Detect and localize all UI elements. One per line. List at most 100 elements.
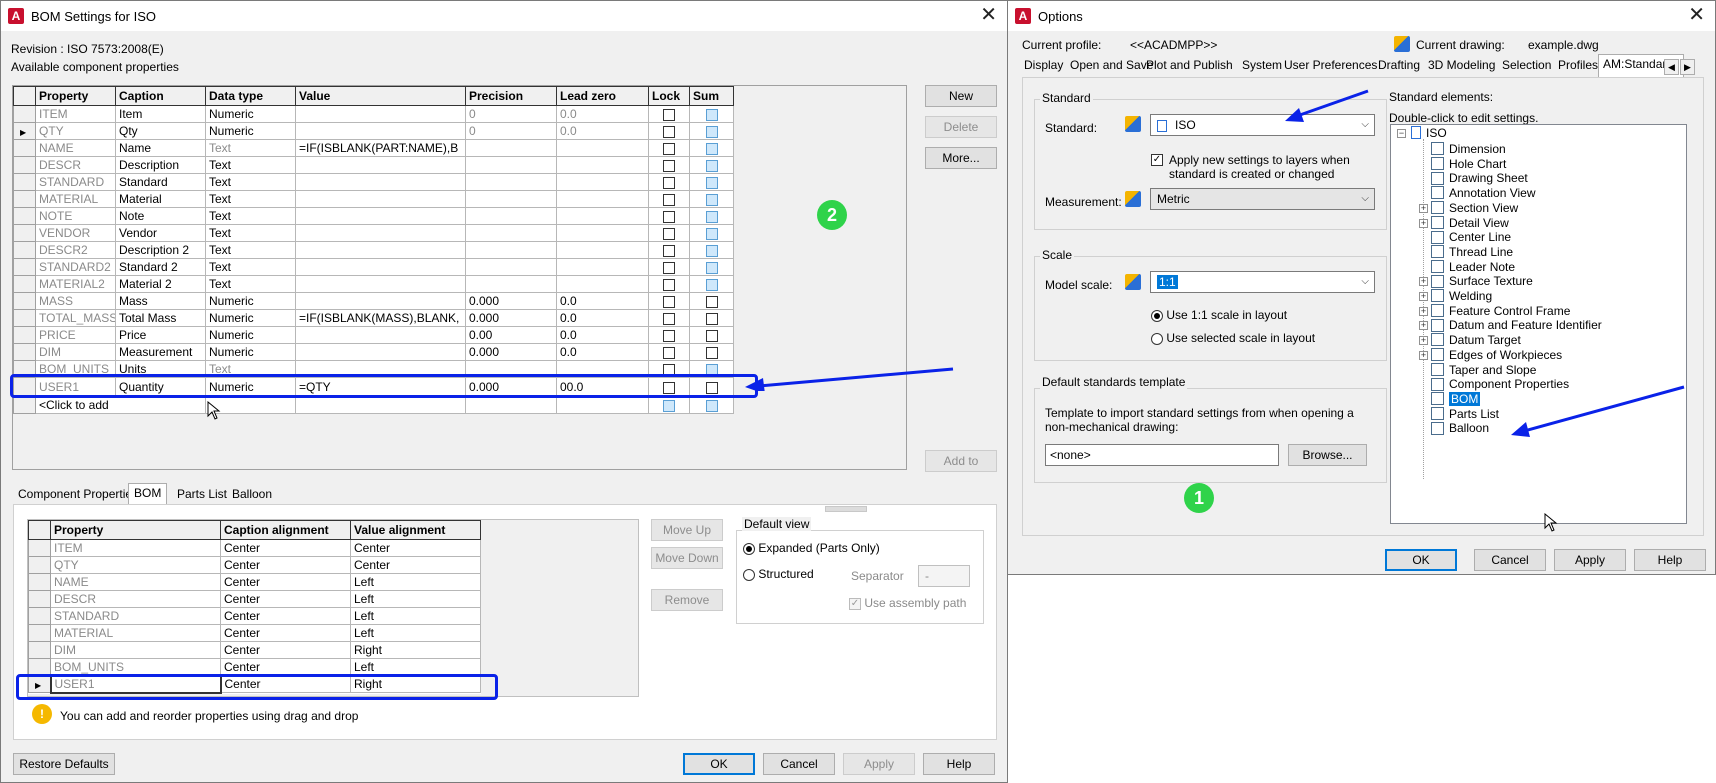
column-header[interactable]: Data type [205, 86, 296, 106]
caption-alignment-cell[interactable]: Center [220, 658, 351, 676]
sum-cell[interactable] [689, 396, 734, 414]
row-header[interactable] [13, 258, 36, 276]
value-cell[interactable] [295, 326, 466, 344]
tree-item-parts-list[interactable]: Parts List [1431, 407, 1499, 422]
property-cell[interactable]: ITEM [35, 105, 116, 123]
value-cell[interactable] [295, 207, 466, 225]
sum-checkbox[interactable] [705, 261, 718, 274]
lock-cell[interactable] [648, 258, 690, 276]
lock-checkbox[interactable] [663, 278, 675, 291]
property-cell[interactable]: MATERIAL2 [35, 275, 116, 293]
lock-checkbox[interactable] [663, 108, 675, 121]
close-icon[interactable]: ✕ [1688, 5, 1705, 25]
property-cell[interactable]: DESCR [35, 156, 116, 174]
tree-item-edges-of-workpieces[interactable]: Edges of Workpieces [1431, 348, 1562, 363]
caption-cell[interactable]: Standard 2 [115, 258, 206, 276]
more-button[interactable]: More... [925, 147, 997, 169]
property-cell[interactable]: TOTAL_MASS [35, 309, 116, 327]
restore-defaults-button[interactable]: Restore Defaults [13, 753, 115, 775]
apply-button[interactable]: Apply [1554, 549, 1626, 571]
precision-cell[interactable] [465, 224, 557, 242]
move-up-button[interactable]: Move Up [651, 519, 723, 541]
value-alignment-cell[interactable]: Left [350, 658, 481, 676]
caption-alignment-cell[interactable]: Center [220, 624, 351, 642]
sum-cell[interactable] [689, 190, 734, 208]
sum-checkbox[interactable] [705, 295, 718, 308]
lock-checkbox[interactable] [663, 125, 675, 138]
lock-checkbox[interactable] [663, 261, 675, 274]
precision-cell[interactable] [465, 207, 557, 225]
property-cell[interactable]: VENDOR [35, 224, 116, 242]
tab-display[interactable]: Display [1020, 56, 1067, 76]
property-cell[interactable]: STANDARD [35, 173, 116, 191]
table-row[interactable]: STANDARD2 Standard 2 Text [13, 258, 734, 276]
tab-plot-and-publish[interactable]: Plot and Publish [1142, 56, 1237, 76]
ok-button[interactable]: OK [683, 753, 755, 775]
sum-cell[interactable] [689, 207, 734, 225]
tab-profiles[interactable]: Profiles [1554, 56, 1602, 76]
value-cell[interactable] [295, 190, 466, 208]
table-row[interactable]: ITEM Item Numeric 0 0.0 [13, 105, 734, 123]
datatype-cell[interactable]: Text [205, 258, 296, 276]
table-row[interactable]: MASS Mass Numeric 0.000 0.0 [13, 292, 734, 310]
lead-zero-cell[interactable]: 0.0 [556, 343, 649, 361]
tree-expand-icon[interactable]: + [1419, 292, 1428, 301]
lock-cell[interactable] [648, 156, 690, 174]
move-down-button[interactable]: Move Down [651, 547, 723, 569]
table-row[interactable]: MATERIAL Material Text [13, 190, 734, 208]
caption-cell[interactable]: Price [115, 326, 206, 344]
lock-checkbox[interactable] [663, 227, 675, 240]
table-row[interactable]: ▶ QTY Qty Numeric 0 0.0 [13, 122, 734, 140]
tree-item-welding[interactable]: Welding [1431, 289, 1492, 304]
delete-button[interactable]: Delete [925, 116, 997, 138]
tree-item-hole-chart[interactable]: Hole Chart [1431, 157, 1506, 172]
row-header[interactable] [28, 624, 51, 642]
value-cell[interactable]: =IF(ISBLANK(MASS),BLANK, [295, 309, 466, 327]
column-header[interactable]: Value alignment [350, 520, 481, 540]
property-cell[interactable]: DIM [35, 343, 116, 361]
column-header[interactable]: Lead zero [556, 86, 649, 106]
row-header[interactable] [28, 658, 51, 676]
row-header[interactable] [13, 275, 36, 293]
property-cell[interactable]: MASS [35, 292, 116, 310]
lead-zero-cell[interactable] [556, 190, 649, 208]
value-alignment-cell[interactable]: Left [350, 590, 481, 608]
datatype-cell[interactable]: Numeric [205, 343, 296, 361]
use-assembly-path-checkbox[interactable]: ✓ Use assembly path [849, 596, 966, 610]
caption-cell[interactable]: Name [115, 139, 206, 157]
value-cell[interactable] [295, 241, 466, 259]
table-row[interactable]: NOTE Note Text [13, 207, 734, 225]
property-cell[interactable]: QTY [35, 122, 116, 140]
tree-item-taper-and-slope[interactable]: Taper and Slope [1431, 363, 1536, 378]
tab-drafting[interactable]: Drafting [1374, 56, 1424, 76]
precision-cell[interactable] [465, 241, 557, 259]
tree-expand-icon[interactable]: + [1419, 203, 1428, 213]
property-cell[interactable]: STANDARD [50, 607, 221, 625]
lock-checkbox[interactable] [663, 193, 675, 206]
sum-checkbox[interactable] [705, 329, 718, 342]
table-row[interactable]: MATERIAL2 Material 2 Text [13, 275, 734, 293]
table-row[interactable]: NAME Name Text =IF(ISBLANK(PART:NAME),B [13, 139, 734, 157]
precision-cell[interactable]: 0 [465, 105, 557, 123]
tree-expand-icon[interactable]: + [1419, 306, 1428, 316]
lead-zero-cell[interactable]: 0.0 [556, 292, 649, 310]
value-alignment-cell[interactable]: Right [350, 641, 481, 659]
sum-cell[interactable] [689, 173, 734, 191]
tree-item-bom[interactable]: BOM [1431, 391, 1481, 407]
row-header[interactable] [13, 326, 36, 344]
value-alignment-cell[interactable]: Center [350, 556, 481, 574]
close-icon[interactable]: ✕ [980, 5, 997, 25]
lock-cell[interactable] [648, 224, 690, 242]
caption-cell[interactable]: Total Mass [115, 309, 206, 327]
sum-checkbox[interactable] [705, 125, 718, 138]
caption-cell[interactable]: Item [115, 105, 206, 123]
measurement-dropdown[interactable]: Metric ⌵ [1150, 188, 1375, 210]
sum-checkbox[interactable] [705, 210, 718, 223]
tree-item-section-view[interactable]: Section View [1431, 201, 1518, 216]
datatype-cell[interactable]: Text [205, 190, 296, 208]
row-header[interactable] [13, 292, 36, 310]
precision-cell[interactable]: 0.00 [465, 326, 557, 344]
datatype-cell[interactable]: Numeric [205, 105, 296, 123]
row-header[interactable] [13, 105, 36, 123]
table-row[interactable]: DESCR Description Text [13, 156, 734, 174]
